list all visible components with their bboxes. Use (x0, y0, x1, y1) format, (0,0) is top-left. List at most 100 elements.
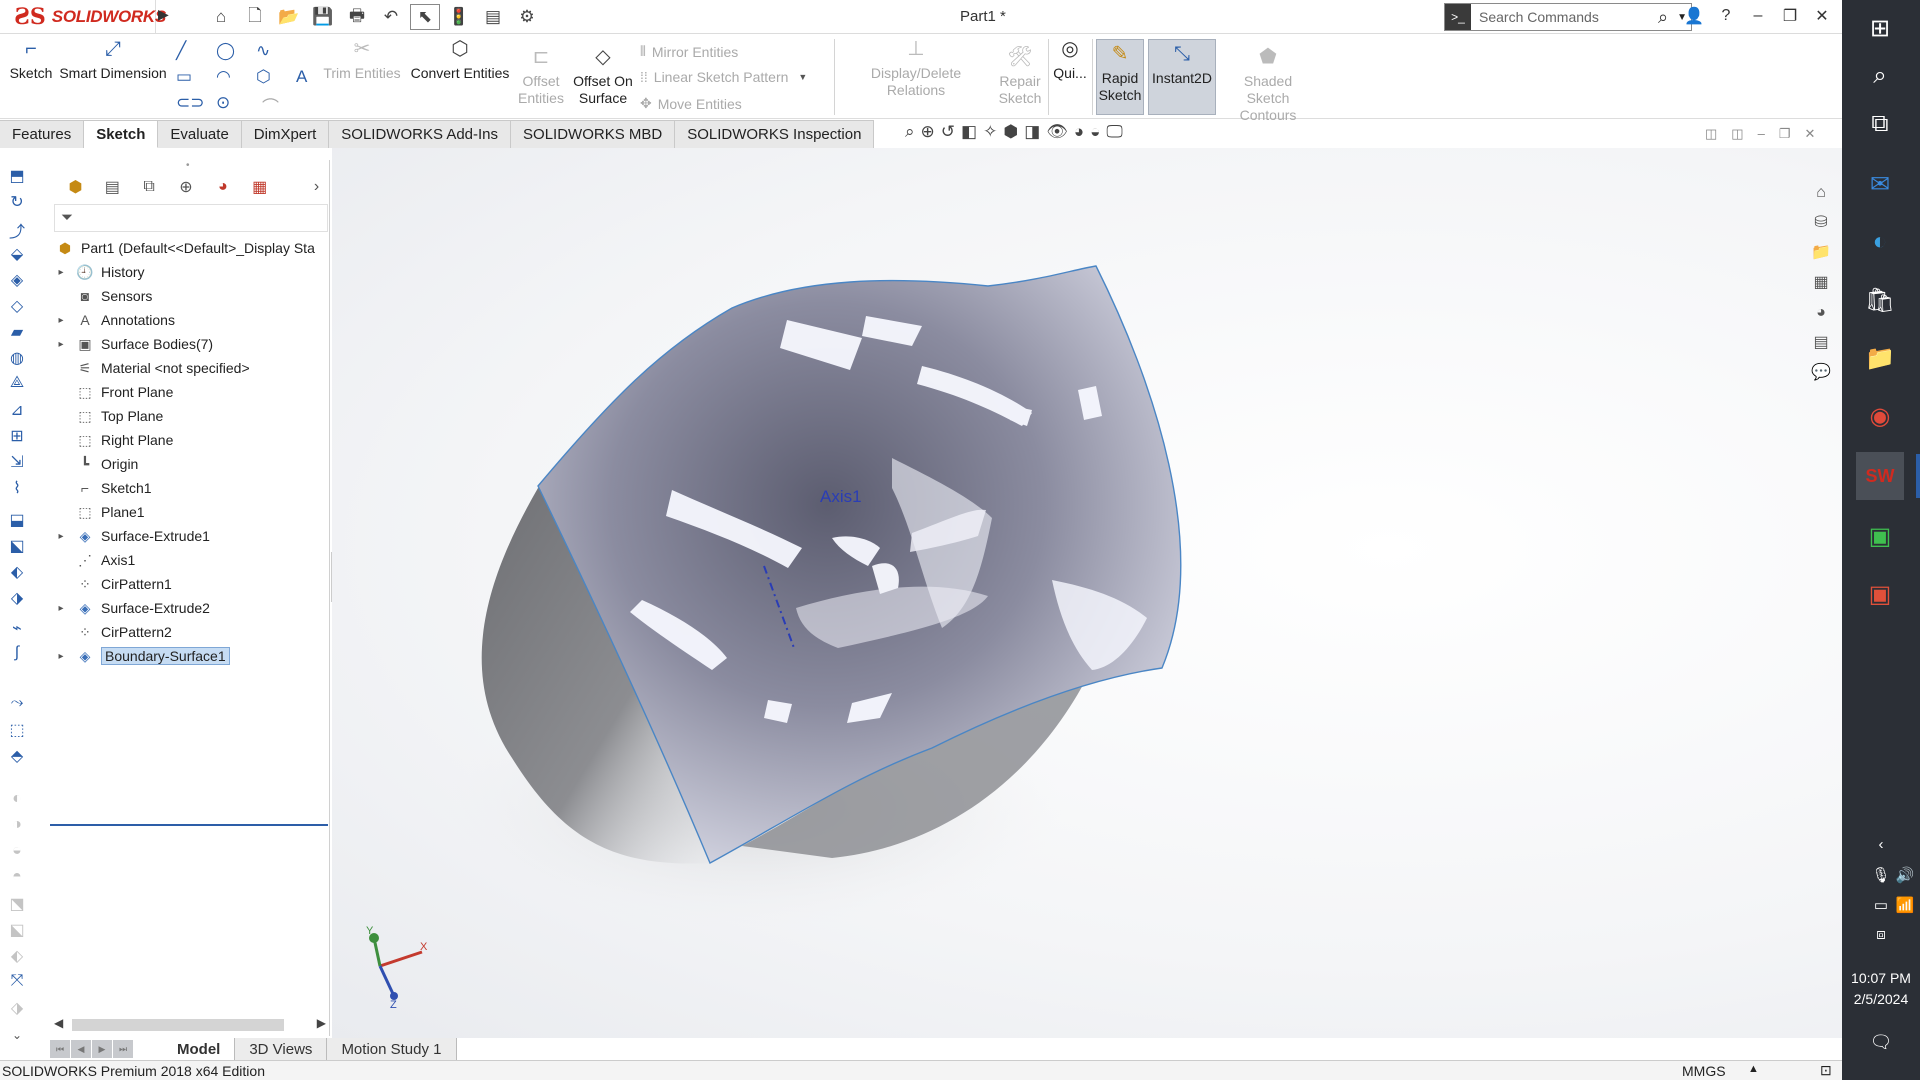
network-icon[interactable]: 📶 (1882, 896, 1920, 914)
trim-entities-button[interactable]: ✂ Trim Entities (322, 39, 402, 82)
close-icon[interactable]: ✕ (1810, 4, 1834, 28)
expand-arrow-icon[interactable]: ▸ (54, 651, 68, 662)
design-library-icon[interactable]: ⛁ (1808, 210, 1834, 236)
tree-node[interactable]: ⁘ CirPattern2 (50, 620, 330, 644)
mold-icon[interactable]: ⬘ (7, 746, 27, 766)
expand-arrow-icon[interactable]: ▸ (54, 267, 68, 278)
configuration-manager-tab-icon[interactable]: ⧉ (136, 175, 163, 199)
tree-node[interactable]: ⚟ Material <not specified> (50, 356, 330, 380)
tab-solidworks-mbd[interactable]: SOLIDWORKS MBD (511, 120, 676, 148)
help-status-icon[interactable]: ⊡ (1820, 1062, 1832, 1079)
tree-node[interactable]: ▸ ◈ Boundary-Surface1 (50, 644, 330, 668)
fillet-icon[interactable]: ⌒ (262, 93, 279, 118)
file-explorer-icon[interactable]: 📁 (1808, 240, 1834, 266)
zoom-to-fit-icon[interactable]: ⌕ (905, 122, 915, 142)
axis1-label[interactable]: Axis1 (820, 487, 862, 506)
dynamic-annotation-icon[interactable]: ✧ (983, 122, 997, 142)
tree-node[interactable]: ⬚ Front Plane (50, 380, 330, 404)
meet-now-icon[interactable]: ⧈ (1858, 926, 1904, 943)
solidworks-resources-icon[interactable]: ⌂ (1808, 180, 1834, 206)
user-icon[interactable]: 👤 (1682, 4, 1706, 28)
repair-sketch-button[interactable]: 🛠 Repair Sketch (996, 47, 1044, 107)
text-icon[interactable]: A (296, 67, 307, 87)
boundary-icon[interactable]: ◈ (7, 270, 27, 290)
tree-filter[interactable]: ⏷ (54, 204, 328, 232)
slot-icon[interactable]: ⊂⊃ (176, 93, 205, 113)
offset-on-surface-button[interactable]: ◇ Offset On Surface (570, 47, 636, 107)
print-icon[interactable]: 🖶 (342, 4, 372, 30)
rapid-sketch-button[interactable]: ✎ Rapid Sketch (1096, 39, 1144, 115)
instant2d-button[interactable]: ⤡ Instant2D (1148, 39, 1216, 115)
scroll-thumb[interactable] (72, 1019, 284, 1031)
bottom-tab-motion-study-1[interactable]: Motion Study 1 (327, 1038, 457, 1060)
split-line-icon[interactable]: ⤳ (7, 694, 27, 714)
options-icon[interactable]: ⚙ (512, 4, 542, 30)
new-document-icon[interactable]: 🗋 (240, 4, 270, 30)
tree-horizontal-scrollbar[interactable]: ◀ ▶ (50, 1016, 330, 1034)
move-entities-button[interactable]: ✥ Move Entities (640, 95, 742, 112)
tree-node[interactable]: ▸ 🕘 History (50, 260, 330, 284)
display-manager-tab-icon[interactable]: ◕ (209, 175, 236, 199)
convert-entities-button[interactable]: ⬡ Convert Entities (410, 39, 510, 82)
tree-node[interactable]: ▸ ◈ Surface-Extrude2 (50, 596, 330, 620)
display-delete-relations-button[interactable]: ⊥ Display/Delete Relations (840, 39, 992, 99)
tree-node[interactable]: ┗ Origin (50, 452, 330, 476)
first-tab-icon[interactable]: ⏮ (50, 1040, 70, 1058)
save-icon[interactable]: 💾 (308, 4, 338, 30)
zoom-to-area-icon[interactable]: ⊕ (921, 122, 935, 142)
sweep-icon[interactable]: ⤴ (7, 218, 27, 241)
planar-surface-icon[interactable]: ◇ (7, 296, 27, 316)
taskbar-clock[interactable]: 10:07 PM 2/5/2024 (1842, 968, 1920, 1010)
rebuild-icon[interactable]: 🚦 (444, 4, 474, 30)
arc-icon[interactable]: ◠ (216, 67, 231, 87)
tree-node[interactable]: ⬚ Plane1 (50, 500, 330, 524)
smart-dimension-button[interactable]: ⤢ Smart Dimension (58, 39, 168, 82)
file-properties-icon[interactable]: ▤ (478, 4, 508, 30)
delete-face-icon[interactable]: ⬗ (7, 588, 27, 608)
file-explorer-taskbar-icon[interactable]: 📁 (1856, 334, 1904, 382)
tree-node[interactable]: ▸ ▣ Surface Bodies(7) (50, 332, 330, 356)
expand-arrow-icon[interactable]: ▸ (54, 603, 68, 614)
line-icon[interactable]: ╱ (176, 41, 186, 61)
view-orientation-icon[interactable]: ⬢ (1003, 122, 1018, 142)
tree-node[interactable]: ⬚ Top Plane (50, 404, 330, 428)
mail-app-icon[interactable]: ✉ (1856, 160, 1904, 208)
expand-menu-arrow-icon[interactable]: ▶ (158, 6, 169, 23)
show-hidden-icons-chevron[interactable]: ‹ (1858, 836, 1904, 853)
undo-icon[interactable]: ↶ (376, 4, 406, 30)
last-tab-icon[interactable]: ⏭ (113, 1040, 133, 1058)
scroll-right-icon[interactable]: ▶ (317, 1016, 326, 1030)
offset-entities-button[interactable]: ⊏ Offset Entities (514, 47, 568, 107)
revolve-icon[interactable]: ↻ (7, 192, 27, 212)
tree-node[interactable]: ◙ Sensors (50, 284, 330, 308)
open-icon[interactable]: 📂 (274, 4, 304, 30)
tab-solidworks-inspection[interactable]: SOLIDWORKS Inspection (675, 120, 875, 148)
hide-show-items-icon[interactable]: 👁 (1046, 122, 1068, 142)
tree-node[interactable]: ▸ A Annotations (50, 308, 330, 332)
linear-pattern-dropdown-icon[interactable]: ▼ (798, 72, 807, 82)
expand-arrow-icon[interactable]: ▸ (54, 315, 68, 326)
prev-tab-icon[interactable]: ◀ (71, 1040, 91, 1058)
trim-surface-icon[interactable]: ⌇ (7, 478, 27, 498)
custom-properties-icon[interactable]: ▤ (1808, 330, 1834, 356)
curves-icon[interactable]: ⌁ (7, 618, 27, 638)
dimxpert-manager-tab-icon[interactable]: ⊕ (173, 175, 200, 199)
expand-arrow-icon[interactable]: ▸ (54, 339, 68, 350)
edge-browser-icon[interactable]: ◐ (1856, 218, 1904, 266)
units-selector[interactable]: MMGS (1682, 1063, 1726, 1079)
thicken-icon[interactable]: ⬓ (7, 510, 27, 530)
start-button-windows-icon[interactable]: ⊞ (1856, 4, 1904, 52)
fill-surface-icon[interactable]: ◍ (7, 348, 27, 368)
minimize-icon[interactable]: – (1746, 4, 1770, 28)
view-settings-icon[interactable]: 🖵 (1106, 122, 1122, 142)
display-style-icon[interactable]: ◨ (1024, 122, 1040, 142)
edit-appearance-icon[interactable]: ◕ (1074, 122, 1084, 142)
microsoft-store-icon[interactable]: 🛍 (1856, 276, 1904, 324)
panel-more-arrow-icon[interactable]: › (303, 175, 330, 199)
feature-manager-tab-icon[interactable]: ⬢ (62, 175, 89, 199)
bottom-tab-3d-views[interactable]: 3D Views (235, 1038, 328, 1060)
cam-manager-tab-icon[interactable]: ▦ (246, 175, 273, 199)
search-icon[interactable]: ⌕ (1649, 7, 1677, 28)
extrude-icon[interactable]: ⬒ (7, 166, 27, 186)
viewport-restore-icon[interactable]: ❐ (1779, 126, 1791, 142)
